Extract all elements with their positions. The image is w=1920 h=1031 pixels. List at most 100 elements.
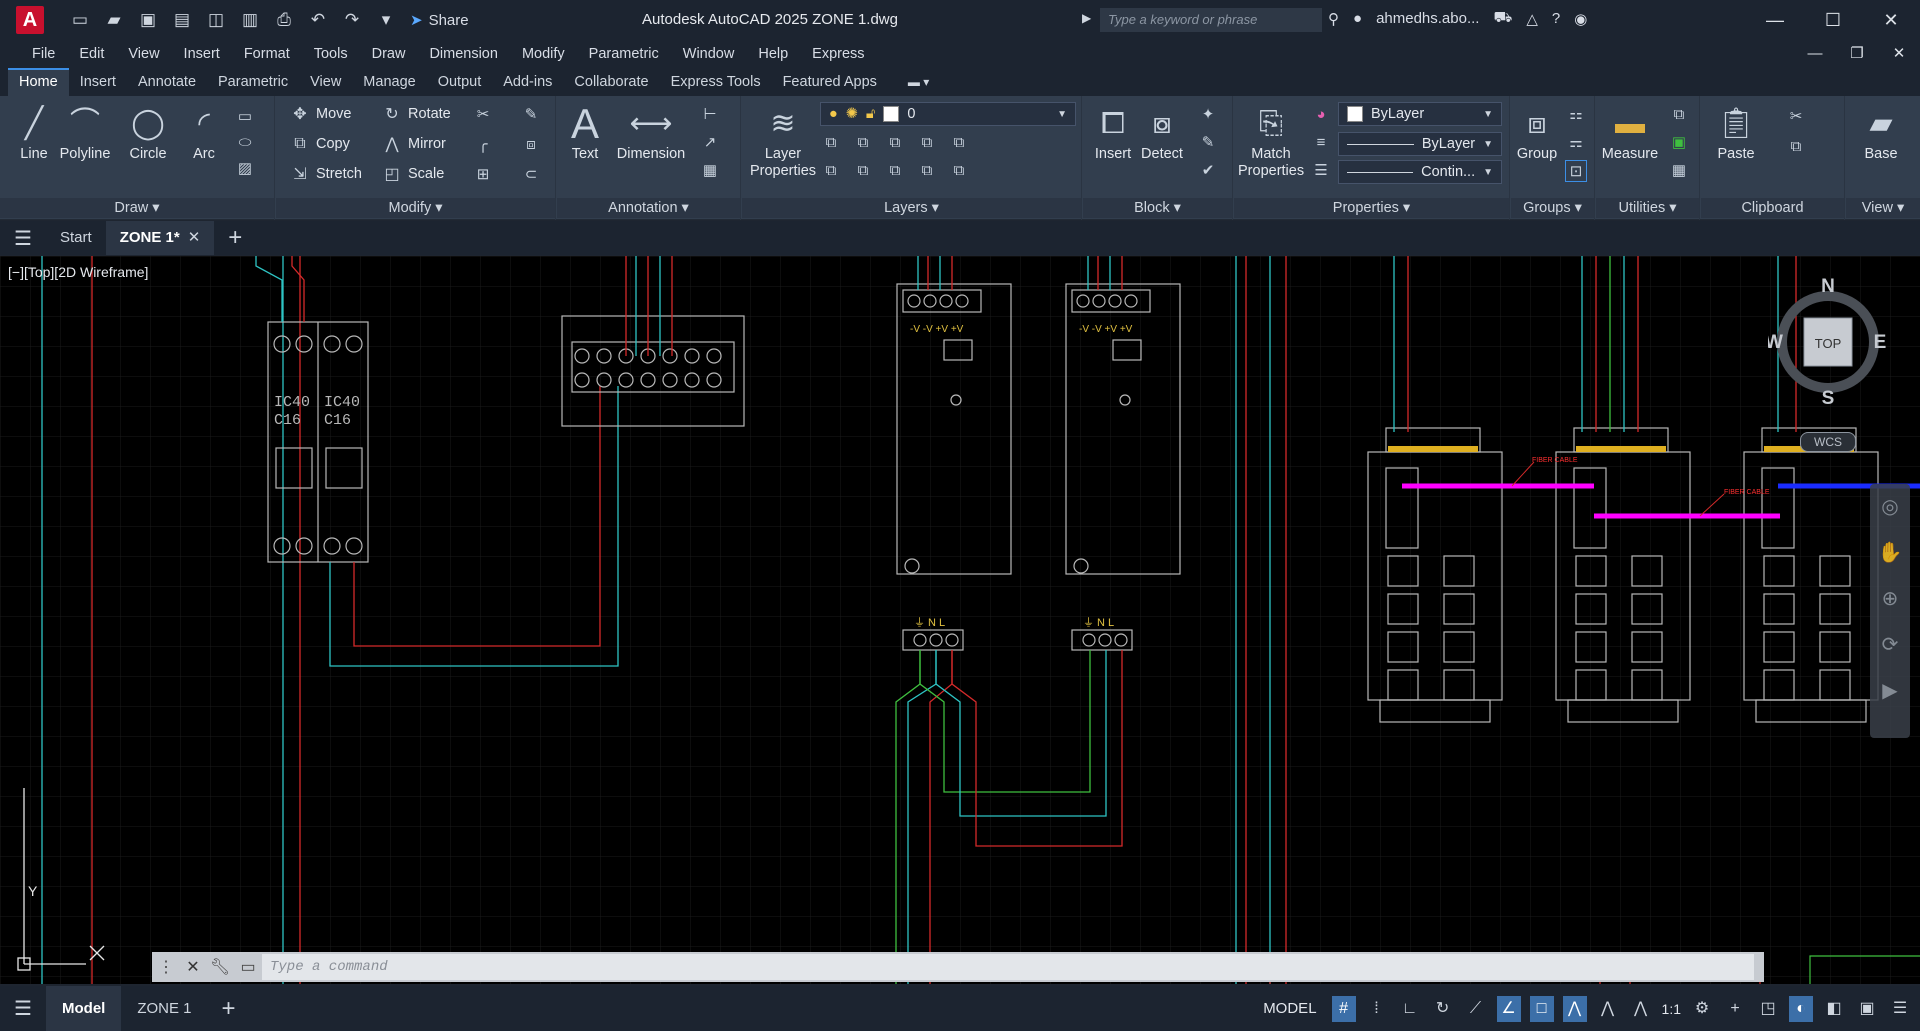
snap-mode-icon[interactable]: ⁞ [1365,996,1389,1022]
polyline-button[interactable]: ⌒ Polyline [58,102,112,162]
menu-insert[interactable]: Insert [172,46,232,62]
panel-groups-title[interactable]: Groups ▾ [1511,198,1594,218]
plot-icon[interactable]: ⎙ [274,10,294,30]
publish-icon[interactable]: ▥ [240,10,260,30]
layer-tool-8-icon[interactable]: ⧉ [884,160,906,182]
command-close-icon[interactable]: ✕ [180,957,206,977]
annotation-visibility-icon[interactable]: ⋀ [1562,995,1587,1022]
layer-tool-9-icon[interactable]: ⧉ [916,160,938,182]
workspace-gear-icon[interactable]: ⚙ [1690,996,1714,1022]
mirror-button[interactable]: ⋀ Mirror [382,132,445,156]
panel-draw-title[interactable]: Draw ▾ [0,198,274,218]
object-snap-tracking-icon[interactable]: ∠ [1496,995,1521,1022]
search-input[interactable]: Type a keyword or phrase [1100,8,1322,32]
ribbon-tab-home[interactable]: Home [8,68,69,96]
line-button[interactable]: ╱ Line [12,102,56,162]
grid-toggle-icon[interactable]: # [1331,995,1356,1022]
panel-layers-title[interactable]: Layers ▾ [742,198,1081,218]
quick-select-icon[interactable]: ⧉ [1668,104,1690,126]
linear-dim-icon[interactable]: ⊢ [699,104,721,126]
drawing-restore-button[interactable]: ❐ [1836,40,1878,68]
drawing-close-button[interactable]: ✕ [1878,40,1920,68]
panel-block-title[interactable]: Block ▾ [1083,198,1232,218]
panel-annotation-title[interactable]: Annotation ▾ [557,198,740,218]
viewport-controls-label[interactable]: [−][Top][2D Wireframe] [8,264,148,280]
menu-parametric[interactable]: Parametric [577,46,671,62]
connect-icon[interactable]: ◉ [1574,10,1587,28]
wcs-menu[interactable]: WCS [1800,432,1856,452]
viewcube[interactable]: TOP N S E W [1768,268,1900,418]
stretch-button[interactable]: ⇲ Stretch [290,162,362,186]
close-button[interactable]: ✕ [1862,0,1920,40]
drawing-minimize-button[interactable]: — [1794,40,1836,68]
tab-layout-zone1[interactable]: ZONE 1 [121,986,207,1031]
lineweight-dropdown[interactable]: ByLayer ▼ [1338,132,1502,156]
group-button[interactable]: ⧈ Group [1515,102,1559,162]
ribbon-tab-view[interactable]: View [299,68,352,96]
compass-south[interactable]: S [1822,388,1835,409]
open-folder-icon[interactable]: ▰ [104,10,124,30]
menu-express[interactable]: Express [800,46,876,62]
layer-tool-2-icon[interactable]: ⧉ [852,132,874,154]
cart-icon[interactable]: ⛟ [1493,9,1512,28]
menu-edit[interactable]: Edit [67,46,116,62]
ribbon-tab-annotate[interactable]: Annotate [127,68,207,96]
command-grip-icon[interactable]: ⋮ [152,957,180,977]
redo-icon[interactable]: ↷ [342,10,362,30]
units-icon[interactable]: ◳ [1756,996,1780,1022]
scale-button[interactable]: ◰ Scale [382,162,444,186]
annotation-scale-icon[interactable]: ⋀ [1629,996,1653,1022]
array-icon[interactable]: ⊞ [472,164,494,186]
clean-screen-icon[interactable]: ▣ [1855,996,1879,1022]
match-properties-button[interactable]: ⎘ Match Properties [1238,102,1304,180]
close-tab-icon[interactable]: ✕ [188,229,201,246]
autocad-logo-icon[interactable]: A [16,6,44,34]
zoom-extents-icon[interactable]: ⊕ [1870,576,1910,622]
calculator-icon[interactable]: ▦ [1668,160,1690,182]
hatch-icon[interactable]: ▨ [234,158,256,180]
menu-tools[interactable]: Tools [302,46,360,62]
web-mobile-icon[interactable]: ◫ [206,10,226,30]
panel-view-title[interactable]: View ▾ [1846,198,1920,218]
create-block-icon[interactable]: ✦ [1197,104,1219,126]
save-as-icon[interactable]: ▤ [172,10,192,30]
ribbon-tab-express-tools[interactable]: Express Tools [660,68,772,96]
cut-icon[interactable]: ✂ [1785,106,1807,128]
command-customize-icon[interactable]: 🔧︎ [206,957,234,977]
panel-properties-title[interactable]: Properties ▾ [1234,198,1509,218]
ribbon-tab-output[interactable]: Output [427,68,493,96]
layer-tool-1-icon[interactable]: ⧉ [820,132,842,154]
select-all-icon[interactable]: ▣ [1668,132,1690,154]
detect-button[interactable]: ⧇ Detect [1137,102,1187,162]
ribbon-tab-parametric[interactable]: Parametric [207,68,299,96]
maximize-button[interactable]: ☐ [1804,0,1862,40]
tab-zone1[interactable]: ZONE 1* ✕ [105,221,215,255]
drawing-canvas[interactable]: IC40 C16 IC40 C16 -V -V +V +V ⏚ N L -V -… [0,256,1920,984]
minimize-button[interactable]: — [1746,0,1804,40]
menu-dimension[interactable]: Dimension [417,46,510,62]
file-menu-icon[interactable]: ☰ [0,226,46,251]
copy-clip-icon[interactable]: ⧉ [1785,136,1807,158]
isodraft-icon[interactable]: ⟋ [1464,996,1488,1022]
menu-window[interactable]: Window [671,46,747,62]
object-color-icon[interactable]: ◕ [1310,104,1332,126]
ribbon-tab-insert[interactable]: Insert [69,68,127,96]
base-view-button[interactable]: ▰ Base [1856,102,1906,162]
tab-model[interactable]: Model [46,986,122,1031]
user-icon[interactable]: ● [1353,10,1362,27]
ungroup-icon[interactable]: ⚏ [1565,104,1587,126]
leader-icon[interactable]: ↗ [699,132,721,154]
hardware-acceleration-icon[interactable]: ◐ [1789,995,1813,1022]
add-layout-button[interactable]: + [208,995,250,1023]
pan-icon[interactable]: ✋ [1870,530,1910,576]
panel-utilities-title[interactable]: Utilities ▾ [1596,198,1699,218]
copy-button[interactable]: ⧉ Copy [290,132,350,156]
move-button[interactable]: ✥ Move [290,102,351,126]
customize-status-icon[interactable]: ☰ [1888,996,1912,1022]
auto-scale-icon[interactable]: ⋀ [1596,996,1620,1022]
table-icon[interactable]: ▦ [699,160,721,182]
layout-menu-icon[interactable]: ☰ [0,996,46,1021]
command-history-icon[interactable]: ▭ [234,957,262,977]
tab-start[interactable]: Start [46,221,106,255]
group-edit-icon[interactable]: ⚎ [1565,132,1587,154]
